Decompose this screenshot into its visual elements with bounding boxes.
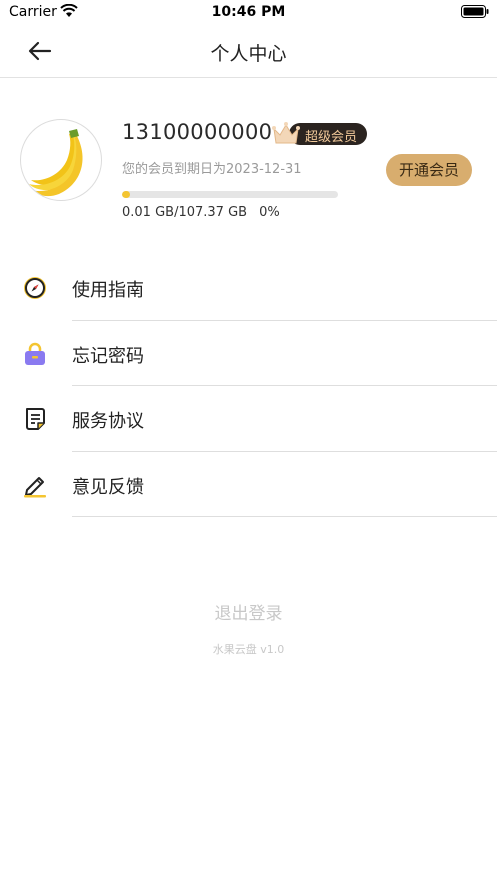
- clock: 10:46 PM: [211, 4, 286, 20]
- crown-icon: [272, 122, 300, 144]
- menu-list: 使用指南 忘记密码 服务协议 意见反馈: [0, 255, 497, 517]
- menu-item-feedback[interactable]: 意见反馈: [0, 452, 497, 517]
- storage-progress: [122, 191, 338, 198]
- document-icon: [26, 408, 45, 430]
- banana-icon: [29, 129, 83, 197]
- menu-item-label: 服务协议: [72, 411, 144, 432]
- menu-item-label: 忘记密码: [72, 345, 144, 367]
- storage-progress-fill: [122, 191, 130, 198]
- avatar[interactable]: [20, 119, 102, 201]
- vip-label: 超级会员: [305, 130, 358, 145]
- storage-usage: 0.01 GB/107.37 GB 0%: [122, 205, 280, 220]
- menu-item-label: 意见反馈: [72, 476, 144, 498]
- storage-usage-text: 0.01 GB/107.37 GB: [122, 205, 248, 220]
- pencil-icon: [24, 476, 46, 497]
- menu-item-service-agreement[interactable]: 服务协议: [0, 386, 497, 452]
- open-vip-button[interactable]: 开通会员: [386, 154, 472, 186]
- compass-icon: [24, 277, 46, 299]
- lock-icon: [25, 342, 45, 365]
- divider: [72, 516, 497, 517]
- menu-item-forgot-password[interactable]: 忘记密码: [0, 321, 497, 386]
- membership-expiry: 您的会员到期日为2023-12-31: [122, 162, 302, 177]
- nav-bar: 个人中心: [0, 26, 497, 78]
- storage-percent: 0%: [259, 205, 280, 220]
- vip-badge: 超级会员: [271, 121, 367, 147]
- menu-item-guide[interactable]: 使用指南: [0, 255, 497, 321]
- menu-item-label: 使用指南: [72, 280, 144, 301]
- app-version: 水果云盘 v1.0: [212, 643, 285, 656]
- battery-icon: [461, 5, 489, 18]
- page-title: 个人中心: [210, 43, 287, 65]
- phone-number: 13100000000: [122, 120, 273, 144]
- status-bar: Carrier 10:46 PM: [0, 0, 497, 26]
- logout-button[interactable]: 退出登录: [0, 599, 497, 624]
